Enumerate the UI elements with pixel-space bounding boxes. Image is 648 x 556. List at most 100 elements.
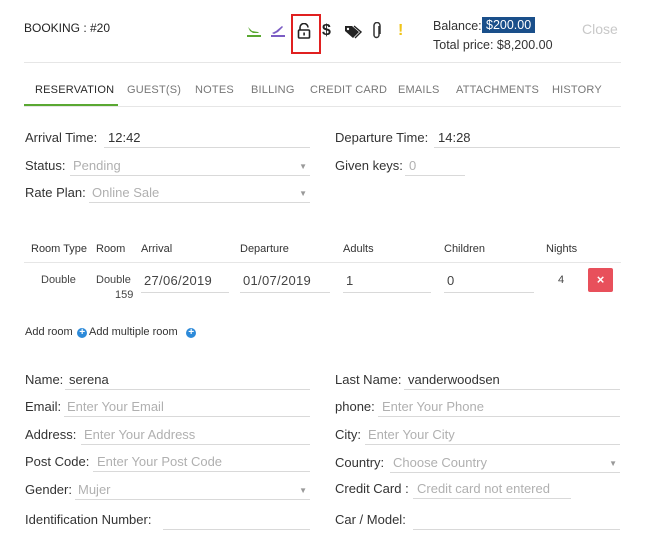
rate-plan-value: Online Sale (92, 185, 160, 200)
paperclip-icon[interactable] (371, 21, 383, 40)
address-placeholder: Enter Your Address (84, 427, 196, 442)
tab-attachments[interactable]: ATTACHMENTS (456, 84, 539, 96)
booking-title: BOOKING : #20 (24, 21, 111, 35)
email-placeholder: Enter Your Email (67, 399, 164, 414)
chevron-down-icon: ▼ (609, 459, 617, 468)
departure-date-input[interactable]: 01/07/2019 (240, 272, 330, 293)
cell-room-type: Double (41, 274, 76, 286)
header-departure: Departure (240, 243, 289, 255)
tab-billing[interactable]: BILLING (251, 84, 295, 96)
city-label: City: (335, 427, 361, 442)
chevron-down-icon: ▼ (299, 486, 307, 495)
header-arrival: Arrival (141, 243, 173, 255)
rate-plan-select[interactable]: Online Sale ▼ (89, 183, 310, 203)
tab-history[interactable]: HISTORY (552, 84, 602, 96)
name-input[interactable]: serena (65, 370, 310, 390)
total-price: Total price: $8,200.00 (433, 38, 553, 52)
arrival-date-input[interactable]: 27/06/2019 (141, 272, 229, 293)
gender-select[interactable]: Mujer ▼ (75, 480, 310, 500)
phone-field[interactable]: Enter Your Phone (378, 397, 620, 417)
identification-number-label: Identification Number: (25, 512, 152, 527)
balance-badge: $200.00 (482, 17, 536, 33)
exclamation-icon[interactable]: ! (398, 22, 403, 40)
phone-label: phone: (335, 399, 375, 414)
add-room-label: Add room (25, 326, 73, 338)
last-name-value: vanderwoodsen (408, 372, 500, 387)
car-model-field[interactable] (413, 510, 620, 530)
cell-nights: 4 (558, 274, 565, 286)
departure-time-label: Departure Time: (335, 130, 429, 145)
departure-date-value: 01/07/2019 (243, 273, 312, 288)
tab-credit-card[interactable]: CREDIT CARD (310, 84, 387, 96)
children-value: 0 (447, 273, 455, 288)
credit-card-label: Credit Card : (335, 481, 409, 496)
given-keys-input[interactable]: 0 (405, 156, 465, 176)
delete-room-button[interactable]: × (588, 268, 613, 292)
arrival-time-value: 12:42 (108, 130, 141, 145)
given-keys-label: Given keys: (335, 158, 403, 173)
header-children: Children (444, 243, 485, 255)
plus-circle-icon: + (77, 328, 88, 338)
header-adults: Adults (343, 243, 374, 255)
chevron-down-icon: ▼ (299, 162, 307, 171)
adults-value: 1 (346, 273, 354, 288)
last-name-input[interactable]: vanderwoodsen (404, 370, 620, 390)
departure-time-input[interactable]: 14:28 (434, 128, 620, 148)
name-value: serena (69, 372, 109, 387)
phone-placeholder: Enter Your Phone (382, 399, 484, 414)
status-value: Pending (73, 158, 121, 173)
header-nights: Nights (546, 243, 578, 255)
country-label: Country: (335, 455, 385, 470)
gender-value: Mujer (78, 482, 111, 497)
tab-guests[interactable]: GUEST(S) (127, 84, 181, 96)
dollar-icon[interactable]: $ (322, 22, 331, 40)
header-divider (24, 62, 621, 63)
status-select[interactable]: Pending ▼ (70, 156, 310, 176)
header-room-type: Room Type (31, 243, 88, 255)
header-room: Room (96, 243, 126, 255)
tags-icon[interactable] (344, 25, 363, 39)
add-multiple-room-link[interactable]: Add multiple room + (89, 322, 197, 340)
departure-plane-icon[interactable] (270, 24, 286, 38)
arrival-time-label: Arrival Time: (25, 130, 98, 145)
email-field[interactable]: Enter Your Email (64, 397, 310, 417)
chevron-down-icon: ▼ (299, 189, 307, 198)
arrival-plane-icon[interactable] (246, 24, 262, 38)
close-button[interactable]: Close (582, 21, 618, 37)
arrival-date-value: 27/06/2019 (144, 273, 213, 288)
post-code-field[interactable]: Enter Your Post Code (93, 452, 310, 472)
plus-circle-icon: + (186, 328, 197, 338)
last-name-label: Last Name: (335, 372, 402, 387)
country-select[interactable]: Choose Country ▼ (390, 453, 620, 473)
country-value: Choose Country (393, 455, 487, 470)
credit-card-field[interactable]: Credit card not entered (413, 479, 571, 499)
balance-label: Balance: (433, 19, 482, 33)
city-placeholder: Enter Your City (368, 427, 455, 442)
cell-room-name: Double (96, 274, 131, 286)
arrival-time-input[interactable]: 12:42 (104, 128, 310, 148)
cell-room-number: 159 (115, 289, 134, 301)
tab-emails[interactable]: EMAILS (398, 84, 440, 96)
add-room-link[interactable]: Add room + (25, 322, 88, 340)
table-header-divider (24, 262, 621, 263)
name-label: Name: (25, 372, 64, 387)
post-code-placeholder: Enter Your Post Code (97, 454, 223, 469)
identification-number-field[interactable] (163, 510, 310, 530)
email-label: Email: (25, 399, 62, 414)
rate-plan-label: Rate Plan: (25, 185, 86, 200)
credit-card-placeholder: Credit card not entered (417, 481, 550, 496)
status-label: Status: (25, 158, 66, 173)
tab-notes[interactable]: NOTES (195, 84, 234, 96)
departure-time-value: 14:28 (438, 130, 471, 145)
adults-input[interactable]: 1 (343, 272, 431, 293)
lock-icon[interactable] (297, 22, 311, 39)
city-field[interactable]: Enter Your City (365, 425, 620, 445)
tab-reservation[interactable]: RESERVATION (35, 84, 114, 96)
add-multiple-room-label: Add multiple room (89, 326, 178, 338)
children-input[interactable]: 0 (444, 272, 534, 293)
tabs-divider (24, 106, 621, 107)
post-code-label: Post Code: (25, 454, 90, 469)
address-label: Address: (25, 427, 77, 442)
given-keys-value: 0 (409, 158, 417, 173)
address-field[interactable]: Enter Your Address (81, 425, 310, 445)
